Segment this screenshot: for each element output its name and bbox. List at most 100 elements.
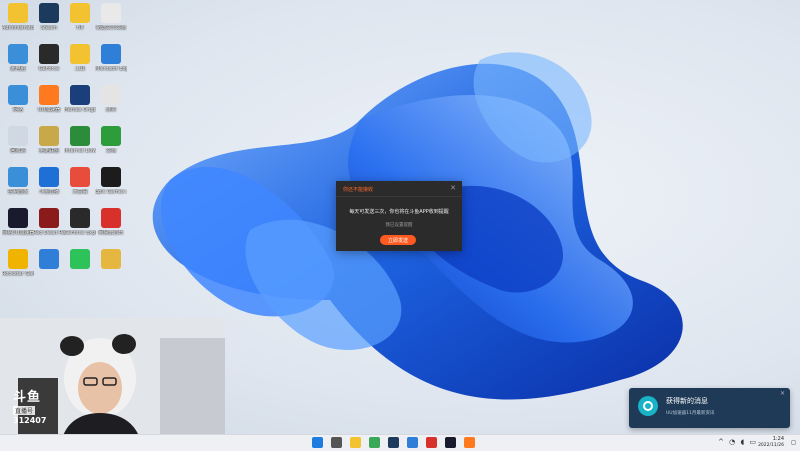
douyu-logo: 斗鱼 [13, 390, 42, 405]
desktop-icon-label: Steam [40, 25, 58, 31]
desktop-icon-label: Fill [76, 25, 84, 31]
tray-chevron-icon[interactable]: ^ [718, 438, 724, 446]
desktop-icon-label: GeForce Experience [64, 230, 96, 236]
desktop-icon[interactable]: 回收站 [2, 126, 34, 154]
desktop-icon[interactable]: 网络 [2, 85, 34, 113]
popup-divider [336, 196, 462, 197]
desktop-icon[interactable]: 工具 [64, 44, 96, 72]
app-red-icon[interactable] [426, 437, 437, 448]
desktop-icon[interactable]: Epic Games Launcher [95, 167, 127, 195]
clock-date: 2022/11/26 [758, 443, 784, 448]
desktop-icon[interactable]: Administrator [2, 3, 34, 31]
notification-center-icon[interactable]: ◻ [791, 439, 796, 446]
desktop-icon[interactable]: GeForce Experience [64, 208, 96, 236]
desktop-icon-label: 文档 [105, 148, 116, 154]
desktop-icon[interactable]: 网易云音乐 [95, 208, 127, 236]
desktop-icon[interactable]: Internet Download [64, 126, 96, 154]
taskbar-clock[interactable]: 1:24 2022/11/26 [758, 436, 784, 449]
battery-icon[interactable]: ▭ [749, 438, 756, 446]
app-icon [70, 85, 90, 105]
desktop-icon-label: 控制面板 [7, 189, 28, 195]
popup-title: 你还不能接收 [343, 187, 374, 193]
uu-accelerator-icon [638, 396, 658, 416]
desktop-icon[interactable]: Red Dead Redemption [33, 208, 65, 236]
desktop-icon-label: Microsoft Edge [95, 66, 127, 72]
desktop-icon-label: UU加速器 [37, 107, 61, 113]
windows-start-icon[interactable] [312, 437, 323, 448]
desktop-icon[interactable] [64, 249, 96, 271]
desktop-icon-label: 此电脑 [10, 66, 26, 72]
desktop-icon-label: 网易UU加速器 [2, 230, 34, 236]
app-edge-icon[interactable] [407, 437, 418, 448]
app-icon [70, 208, 90, 228]
desktop-icon[interactable]: Microsoft Edge [95, 44, 127, 72]
desktop-icon[interactable] [33, 249, 65, 271]
app-icon [101, 208, 121, 228]
file-explorer-icon[interactable] [350, 437, 361, 448]
desktop-icon[interactable]: 斗鱼直播 [33, 167, 65, 195]
desktop-icon[interactable]: Heroes Original [64, 85, 96, 113]
app-icon [8, 167, 28, 187]
desktop-icon-label: 回收站 [10, 148, 26, 154]
app-orange-icon[interactable] [464, 437, 475, 448]
desktop-icon-label: Administrator [2, 25, 34, 31]
desktop-icon-label: Red Dead Redemption [33, 230, 65, 236]
desktop-icon[interactable]: Fill [64, 3, 96, 31]
chrome-icon[interactable] [369, 437, 380, 448]
app-icon [39, 249, 59, 269]
app-icon [8, 3, 28, 23]
app-icon [8, 126, 28, 146]
desktop-icon-label: Heroes Original [64, 107, 96, 113]
webcam-overlay [0, 318, 225, 450]
desktop-icon[interactable]: 网易UU加速器 [2, 208, 34, 236]
app-icon [39, 44, 59, 64]
stream-watermark: 斗鱼 直播号 312407 [13, 391, 46, 425]
desktop-icon[interactable]: 新建文本文档 [95, 3, 127, 31]
search-icon[interactable] [331, 437, 342, 448]
desktop-icon-label: 网络 [12, 107, 23, 113]
desktop-icon[interactable]: 此电脑 [2, 44, 34, 72]
desktop-icon[interactable]: Steam [33, 3, 65, 31]
system-tray: ^ ◔ ◖ ▭ [715, 438, 756, 446]
app-icon [101, 249, 121, 269]
app-icon [39, 3, 59, 23]
desktop-icon-label: 工具 [74, 66, 85, 72]
app-icon [8, 44, 28, 64]
desktop-icon[interactable]: UU加速器 [33, 85, 65, 113]
toast-close-icon[interactable]: ✕ [780, 390, 785, 397]
desktop-icon-label: 斗鱼直播 [38, 189, 59, 195]
app-icon [70, 249, 90, 269]
popup-close-icon[interactable]: ✕ [450, 184, 456, 192]
taskbar: ^ ◔ ◖ ▭ 1:24 2022/11/26 ◻ [0, 434, 800, 451]
uu-toast-notification[interactable]: 获得新的消息 UU加速器11月最新资讯 ✕ [629, 388, 790, 428]
app-icon [70, 44, 90, 64]
app-icon [8, 85, 28, 105]
desktop-icon[interactable]: 大富翁 [64, 167, 96, 195]
desktop-icon-label: Epic Games Launcher [95, 189, 127, 195]
desktop-icon-label: Rockstar Games Launcher [2, 271, 34, 277]
app-icon [8, 208, 28, 228]
volume-icon[interactable]: ◖ [740, 438, 744, 446]
desktop-icon[interactable]: GeForce [33, 44, 65, 72]
send-now-button[interactable]: 立即发送 [380, 235, 416, 245]
desktop-icon[interactable]: 英雄联盟 [33, 126, 65, 154]
desktop-icon[interactable]: 文档 [95, 126, 127, 154]
toast-subtitle: UU加速器11月最新资讯 [666, 411, 715, 416]
desktop-icon-label: 新建文本文档 [95, 25, 126, 31]
stream-tag: 直播号 [13, 406, 36, 415]
steam-icon[interactable] [388, 437, 399, 448]
app-dark-icon[interactable] [445, 437, 456, 448]
clock-time: 1:24 [772, 436, 784, 442]
desktop-icon[interactable]: 控制面板 [2, 167, 34, 195]
desktop-icon[interactable]: Rockstar Games Launcher [2, 249, 34, 277]
app-icon [101, 126, 121, 146]
network-icon[interactable]: ◔ [729, 438, 735, 446]
app-icon [70, 126, 90, 146]
desktop-icon[interactable]: 麻将 [95, 85, 127, 113]
desktop-icon-label: Internet Download [64, 148, 96, 154]
app-icon [101, 85, 121, 105]
desktop-icon-label: 英雄联盟 [38, 148, 59, 154]
desktop-icon[interactable] [95, 249, 127, 271]
desktop-icon-label: GeForce [38, 66, 60, 72]
popup-link[interactable]: 我已设置提醒 [336, 222, 462, 228]
